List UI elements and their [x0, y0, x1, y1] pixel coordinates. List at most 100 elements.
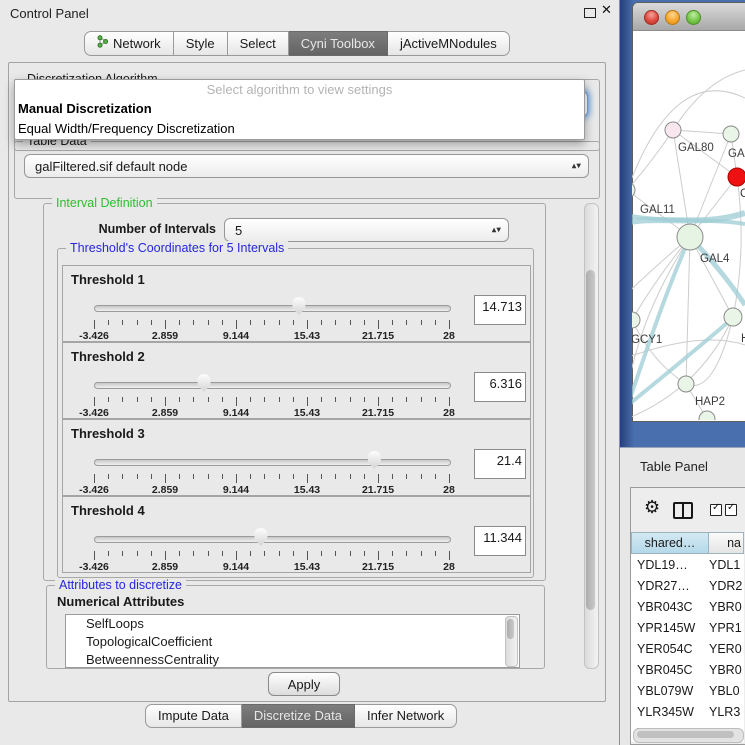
num-intervals-combo[interactable]: 5 ▲▼ [224, 218, 509, 242]
threshold-panel: Threshold 2 -3.4262.8599.14415.4321.71528… [62, 342, 531, 419]
network-node[interactable] [632, 312, 640, 328]
numerical-attribute-item[interactable]: TopologicalCoefficient [66, 633, 519, 651]
close-icon[interactable]: ✕ [601, 3, 612, 18]
checkbox-icon[interactable]: ✓ [710, 504, 722, 516]
interval-definition-group: Interval Definition Number of Intervals … [43, 203, 546, 581]
numerical-attribute-item[interactable]: SelfLoops [66, 615, 519, 633]
node-label: H [741, 333, 745, 345]
minimize-window-icon[interactable] [665, 10, 680, 25]
list-scrollbar-thumb[interactable] [507, 619, 514, 639]
threshold-slider[interactable]: -3.4262.8599.14415.4321.71528 [94, 527, 449, 569]
network-canvas[interactable]: GAL80GACGAL11GAL4GCY1HHAP2 [632, 30, 745, 420]
network-node[interactable] [677, 224, 703, 250]
zoom-window-icon[interactable] [686, 10, 701, 25]
scale-label: -3.426 [79, 330, 109, 342]
table-row[interactable]: YPR145WYPR1 [631, 617, 744, 638]
column-header-shared-name[interactable]: shared… [631, 532, 709, 554]
numerical-attribute-item[interactable]: BetweennessCentrality [66, 651, 519, 668]
threshold-value-field[interactable]: 21.4 [474, 449, 526, 479]
slider-thumb[interactable] [253, 528, 269, 546]
numerical-attributes-list[interactable]: SelfLoopsTopologicalCoefficientBetweenne… [65, 614, 520, 668]
network-window-titlebar[interactable] [633, 3, 745, 31]
scale-label: 28 [443, 330, 455, 342]
table-row[interactable]: YER054CYER0 [631, 638, 744, 659]
network-node[interactable] [678, 376, 694, 392]
cyni-toolbox-panel: Discretization Algorithm Select algorith… [8, 62, 606, 702]
column-header-name[interactable]: na [709, 532, 744, 554]
tab-network[interactable]: Network [84, 31, 174, 56]
horizontal-scrollbar[interactable] [633, 728, 744, 743]
slider-scale: -3.4262.8599.14415.4321.71528 [94, 484, 449, 496]
network-node[interactable] [665, 122, 681, 138]
slider-thumb[interactable] [366, 451, 382, 469]
scale-label: 2.859 [152, 484, 178, 496]
threshold-label: Threshold 2 [71, 349, 145, 364]
vertical-scrollbar[interactable] [584, 203, 599, 669]
attributes-group-title: Attributes to discretize [55, 578, 186, 592]
threshold-slider[interactable]: -3.4262.8599.14415.4321.71528 [94, 373, 449, 415]
threshold-label: Threshold 3 [71, 426, 145, 441]
threshold-slider[interactable]: -3.4262.8599.14415.4321.71528 [94, 296, 449, 338]
tab-infer-network[interactable]: Infer Network [355, 704, 457, 728]
tab-label: Network [113, 36, 161, 51]
network-edge [632, 130, 673, 190]
threshold-value-field[interactable]: 14.713 [474, 295, 526, 325]
cell-shared-name: YER054C [631, 642, 707, 656]
thresholds-group: Threshold's Coordinates for 5 Intervals … [57, 248, 534, 578]
cell-name: YLR3 [707, 705, 744, 719]
scale-label: 21.715 [362, 561, 394, 573]
tab-discretize-data[interactable]: Discretize Data [242, 704, 355, 728]
slider-thumb[interactable] [291, 297, 307, 315]
table-row[interactable]: YBR045CYBR0 [631, 659, 744, 680]
combo-stepper-icon: ▲▼ [492, 228, 501, 233]
numerical-attributes-heading: Numerical Attributes [57, 594, 184, 609]
thresholds-group-title: Threshold's Coordinates for 5 Intervals [66, 241, 288, 255]
scale-label: 15.43 [294, 561, 320, 573]
close-window-icon[interactable] [644, 10, 659, 25]
num-intervals-label: Number of Intervals [84, 222, 216, 236]
apply-button[interactable]: Apply [268, 672, 340, 696]
threshold-value-field[interactable]: 11.344 [474, 526, 526, 556]
top-tab-bar: Network StyleSelectCyni ToolboxjActiveMNo… [84, 31, 510, 56]
control-panel: Control Panel ✕ NetworkStyleSelectCyni T… [0, 0, 620, 745]
bottom-tab-bar: Impute DataDiscretize DataInfer Network [145, 704, 457, 728]
table-row[interactable]: YBL079WYBL0 [631, 680, 744, 701]
table-row[interactable]: YLR345WYLR3 [631, 701, 744, 722]
slider-ticks [94, 474, 449, 483]
tab-impute-data[interactable]: Impute Data [145, 704, 242, 728]
threshold-slider[interactable]: -3.4262.8599.14415.4321.71528 [94, 450, 449, 492]
network-node[interactable] [728, 168, 745, 186]
algorithm-option[interactable]: Manual Discretization [15, 99, 584, 119]
algorithm-dropdown-popup: Select algorithm to view settings Manual… [14, 79, 585, 140]
network-node[interactable] [723, 126, 739, 142]
algorithm-placeholder-option[interactable]: Select algorithm to view settings [15, 80, 584, 99]
scale-label: 15.43 [294, 330, 320, 342]
cell-name: YBR0 [707, 600, 744, 614]
network-node[interactable] [724, 308, 742, 326]
table-row[interactable]: YBR043CYBR0 [631, 596, 744, 617]
list-scrollbar[interactable] [505, 616, 518, 667]
float-panel-icon[interactable] [584, 8, 596, 18]
checkbox-icon[interactable]: ✓ [725, 504, 737, 516]
tab-style[interactable]: Style [174, 31, 228, 56]
horizontal-scrollbar-thumb[interactable] [637, 731, 734, 738]
gear-icon[interactable]: ⚙ [644, 497, 660, 518]
table-row[interactable]: YDL19…YDL1 [631, 554, 744, 575]
node-label: C [740, 188, 745, 200]
slider-thumb[interactable] [196, 374, 212, 392]
threshold-label: Threshold 4 [71, 503, 145, 518]
table-data-combo[interactable]: galFiltered.sif default node ▲▼ [24, 154, 589, 178]
slider-track [94, 536, 451, 543]
threshold-value-field[interactable]: 6.316 [474, 372, 526, 402]
scale-label: -3.426 [79, 561, 109, 573]
tab-jactivemnodules[interactable]: jActiveMNodules [388, 31, 510, 56]
algorithm-option[interactable]: Equal Width/Frequency Discretization [15, 119, 584, 139]
network-edge [686, 237, 690, 384]
cell-shared-name: YBL079W [631, 684, 707, 698]
split-columns-icon[interactable] [673, 502, 693, 519]
network-node[interactable] [699, 411, 715, 420]
table-row[interactable]: YDR27…YDR2 [631, 575, 744, 596]
tab-cyni-toolbox[interactable]: Cyni Toolbox [289, 31, 388, 56]
vertical-scrollbar-thumb[interactable] [586, 270, 595, 610]
tab-select[interactable]: Select [228, 31, 289, 56]
